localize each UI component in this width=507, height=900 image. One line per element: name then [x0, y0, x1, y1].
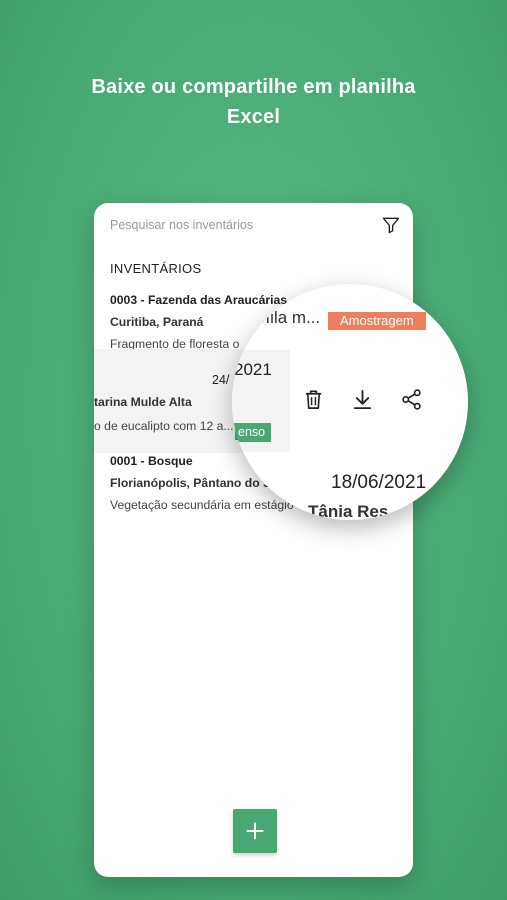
inventory-location: tarina Mulde Alta: [94, 395, 192, 409]
plus-icon: [246, 822, 264, 840]
magnified-author: Tânia Res: [308, 502, 389, 520]
filter-icon[interactable]: [381, 215, 401, 235]
share-icon[interactable]: [400, 388, 423, 411]
amostragem-badge: Amostragem: [328, 312, 426, 330]
magnified-date: 18/06/2021: [331, 472, 427, 493]
headline-line-2: Excel: [226, 106, 281, 128]
magnified-date-fragment: 2021: [234, 360, 272, 379]
search-input[interactable]: [110, 218, 381, 232]
headline: Baixe ou compartilhe em planilha Excel: [0, 72, 507, 132]
search-bar: [110, 213, 401, 237]
inventory-description: o de eucalipto com 12 a...: [94, 419, 234, 433]
trash-icon[interactable]: [302, 388, 325, 411]
section-title: INVENTÁRIOS: [110, 261, 202, 276]
download-icon[interactable]: [351, 388, 374, 411]
headline-line-1: Baixe ou compartilhe em planilha: [91, 76, 416, 98]
row-actions: [302, 388, 423, 411]
magnified-author-fragment: ofila m...: [256, 308, 321, 327]
screen: Baixe ou compartilhe em planilha Excel I…: [0, 0, 507, 900]
add-inventory-button[interactable]: [233, 809, 277, 853]
magnified-status-badge: enso: [232, 423, 272, 442]
inventory-date: 24/: [212, 373, 230, 387]
magnifier-lens: ofila m... Amostragem 2021 enso 18/06/20…: [232, 284, 468, 520]
